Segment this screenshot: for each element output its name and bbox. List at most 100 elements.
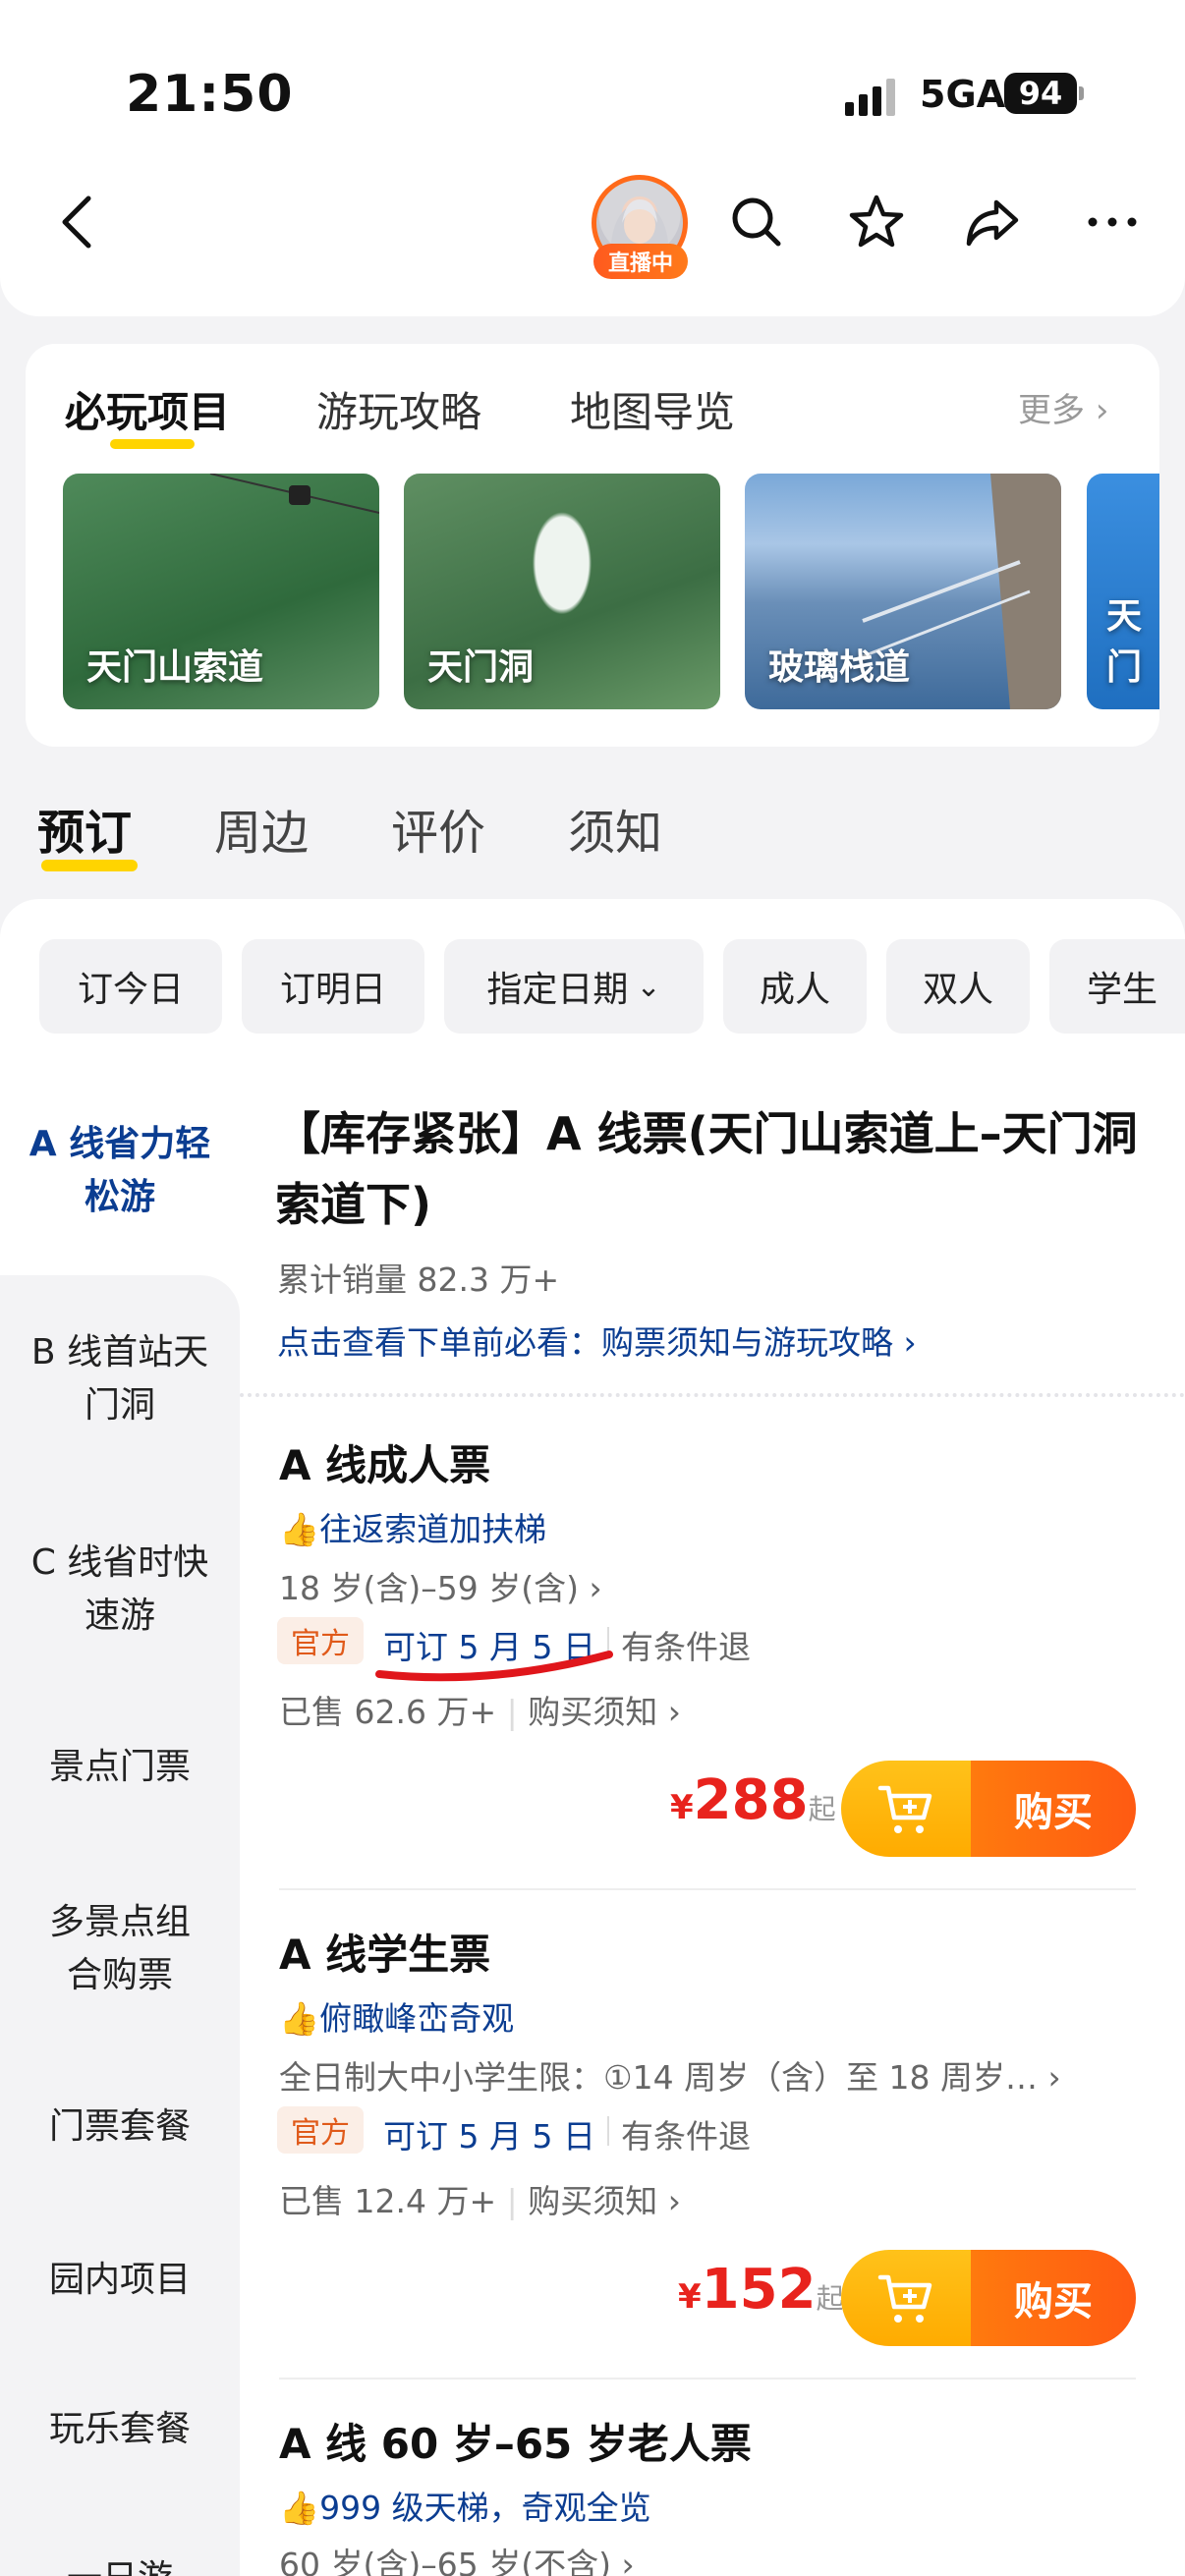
- ticket-age[interactable]: 18 岁(含)–59 岁(含) ›: [279, 1562, 602, 1609]
- cart-icon: [877, 1785, 932, 1833]
- battery-tip: [1079, 86, 1084, 100]
- signal-icon: [845, 77, 900, 116]
- notice-text: 购买须知: [528, 2182, 658, 2220]
- ticket-age[interactable]: 60 岁(含)–65 岁(不含) ›: [279, 2539, 635, 2576]
- attraction-card-cableway[interactable]: 天门山索道: [63, 474, 379, 709]
- battery-icon: 94: [1004, 73, 1077, 114]
- ticket-feature: 👍往返索道加扶梯: [279, 1503, 546, 1550]
- share-icon[interactable]: [963, 193, 1022, 252]
- official-tag: 官方: [277, 2106, 364, 2154]
- chip-double[interactable]: 双人: [886, 939, 1030, 1034]
- feature-text: 俯瞰峰峦奇观: [319, 1999, 515, 2038]
- product-sales: 累计销量 82.3 万+: [277, 1260, 560, 1299]
- price-value: 152: [701, 2258, 817, 2322]
- ticket-feature: 👍俯瞰峰峦奇观: [279, 1992, 514, 2040]
- ticket-age[interactable]: 全日制大中小学生限：①14 周岁（含）至 18 周岁… ›: [279, 2051, 1061, 2099]
- tab-guide[interactable]: 游玩攻略: [316, 379, 481, 439]
- chip-label: 指定日期: [486, 970, 629, 1010]
- ticket-price: ¥288起: [670, 1768, 836, 1832]
- buy-button[interactable]: 购买: [971, 2250, 1136, 2346]
- star-icon[interactable]: [847, 193, 906, 252]
- sold-text: 已售 62.6 万+: [279, 1693, 497, 1731]
- chip-today[interactable]: 订今日: [39, 939, 222, 1034]
- more-label: 更多: [1018, 391, 1085, 430]
- tab-reviews[interactable]: 评价: [391, 794, 485, 863]
- currency-symbol: ¥: [670, 1788, 694, 1827]
- ticket-name[interactable]: A 线 60 岁–65 岁老人票: [279, 2411, 752, 2471]
- add-to-cart-button[interactable]: [841, 2250, 975, 2346]
- attraction-label: 天门: [1106, 596, 1143, 688]
- chip-student[interactable]: 学生: [1049, 939, 1185, 1034]
- buy-button[interactable]: 购买: [971, 1761, 1136, 1857]
- price-suffix: 起: [808, 1793, 836, 1825]
- age-text: 18 岁(含)–59 岁(含): [279, 1569, 579, 1607]
- attraction-card-cave[interactable]: 天门洞: [404, 474, 720, 709]
- chip-tomorrow[interactable]: 订明日: [242, 939, 424, 1034]
- tab-booking[interactable]: 预订: [37, 794, 132, 863]
- category-park-items[interactable]: 园内项目: [0, 2254, 240, 2307]
- chevron-right-icon: ›: [667, 1693, 681, 1731]
- live-badge[interactable]: 直播中: [593, 244, 688, 279]
- category-fun-package[interactable]: 玩乐套餐: [0, 2403, 240, 2456]
- ticket-name[interactable]: A 线学生票: [279, 1922, 490, 1982]
- category-combo[interactable]: 多景点组合购票: [0, 1896, 240, 2002]
- age-text: 60 岁(含)–65 岁(不含): [279, 2546, 611, 2576]
- chip-adult[interactable]: 成人: [723, 939, 867, 1034]
- ticket-feature: 👍999 级天梯，奇观全览: [279, 2482, 651, 2529]
- chevron-right-icon: ›: [903, 1323, 917, 1362]
- ticket-price: ¥152起: [678, 2258, 844, 2322]
- tab-notice[interactable]: 须知: [568, 794, 662, 863]
- separator: [607, 2116, 609, 2146]
- age-text: 全日制大中小学生限：①14 周岁（含）至 18 周岁…: [279, 2058, 1039, 2097]
- more-options-icon[interactable]: [1083, 193, 1142, 252]
- official-tag: 官方: [277, 1617, 364, 1664]
- category-tickets[interactable]: 景点门票: [0, 1741, 240, 1794]
- more-link[interactable]: 更多 ›: [1018, 383, 1108, 431]
- chip-pick-date[interactable]: 指定日期 ⌄: [444, 939, 704, 1034]
- category-package[interactable]: 门票套餐: [0, 2100, 240, 2154]
- category-day-tour[interactable]: 一日游: [0, 2552, 240, 2576]
- refund-policy: 有条件退: [621, 1628, 751, 1666]
- currency-symbol: ¥: [678, 2277, 702, 2317]
- cart-icon: [877, 2274, 932, 2323]
- price-value: 288: [693, 1768, 809, 1832]
- price-suffix: 起: [816, 2282, 844, 2315]
- notice-link[interactable]: 点击查看下单前必看：购票须知与游玩攻略 ›: [277, 1316, 917, 1364]
- tab-underline: [110, 439, 195, 449]
- tab-map[interactable]: 地图导览: [570, 379, 735, 439]
- availability: 可订 5 月 5 日: [383, 2117, 595, 2156]
- thumbs-up-icon: 👍: [279, 1999, 320, 2038]
- ticket-sold[interactable]: 已售 62.6 万+ | 购买须知 ›: [279, 1686, 681, 1733]
- status-time: 21:50: [126, 65, 294, 124]
- chevron-down-icon: ⌄: [636, 969, 661, 1004]
- handwritten-underline: [375, 1651, 613, 1682]
- thumbs-up-icon: 👍: [279, 2489, 320, 2527]
- divider: [240, 1393, 1185, 1397]
- category-c-line[interactable]: C 线省时快速游: [0, 1537, 240, 1643]
- back-icon[interactable]: [53, 193, 102, 252]
- attraction-label: 天门山索道: [86, 647, 264, 688]
- header-bar: [0, 0, 1185, 316]
- attraction-card-partial[interactable]: 天门: [1087, 474, 1159, 709]
- search-icon[interactable]: [727, 193, 786, 252]
- add-to-cart-button[interactable]: [841, 1761, 975, 1857]
- chevron-right-icon: ›: [667, 2182, 681, 2220]
- ticket-name[interactable]: A 线成人票: [279, 1432, 490, 1492]
- refund-policy: 有条件退: [621, 2117, 751, 2156]
- divider: [279, 2378, 1136, 2380]
- ticket-sold[interactable]: 已售 12.4 万+ | 购买须知 ›: [279, 2175, 681, 2222]
- tab-nearby[interactable]: 周边: [214, 794, 309, 863]
- product-title[interactable]: 【库存紧张】A 线票(天门山索道上–天门洞索道下): [275, 1098, 1159, 1240]
- thumbs-up-icon: 👍: [279, 1510, 320, 1548]
- sold-text: 已售 12.4 万+: [279, 2182, 497, 2220]
- network-label: 5GA: [920, 73, 1006, 116]
- chevron-right-icon: ›: [1095, 391, 1109, 430]
- category-b-line[interactable]: B 线首站天门洞: [0, 1326, 240, 1432]
- attraction-card-glass-walkway[interactable]: 玻璃栈道: [745, 474, 1061, 709]
- feature-text: 999 级天梯，奇观全览: [319, 2489, 651, 2527]
- attraction-label: 天门洞: [427, 647, 535, 688]
- chevron-right-icon: ›: [621, 2546, 635, 2576]
- category-a-line[interactable]: A 线省力轻松游: [0, 1118, 240, 1224]
- tab-must-play[interactable]: 必玩项目: [65, 379, 230, 439]
- chevron-right-icon: ›: [589, 1569, 602, 1607]
